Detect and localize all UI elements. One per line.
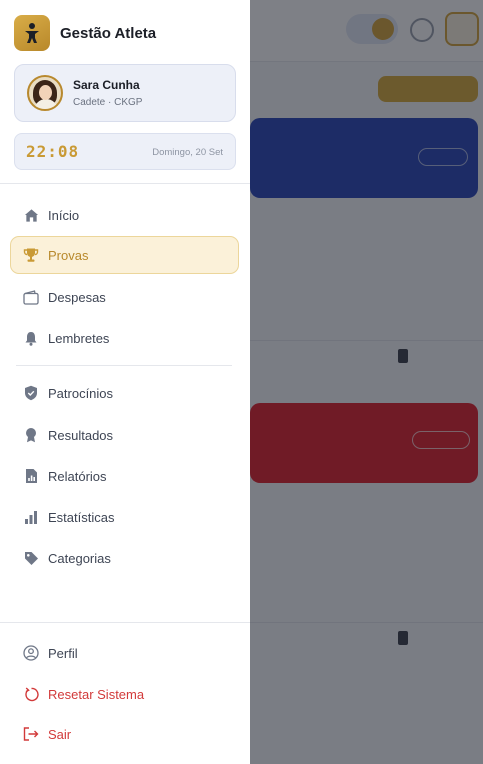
nav-label: Sair (48, 726, 72, 742)
avatar (27, 75, 63, 111)
clock-time: 22:08 (26, 142, 80, 161)
clock-card: 22:08 Domingo, 20 Set (14, 133, 236, 170)
nav-item-relatorios[interactable]: Relatórios (10, 457, 239, 495)
nav-item-resetar-sistema[interactable]: Resetar Sistema (10, 675, 239, 713)
divider (0, 183, 250, 184)
navigation-drawer: Gestão Atleta Sara Cunha Cadete · CKGP 2… (0, 0, 250, 764)
nav-label: Resultados (48, 427, 114, 443)
user-circle-icon (23, 645, 39, 661)
reset-icon (23, 686, 39, 702)
nav-item-categorias[interactable]: Categorias (10, 539, 239, 577)
nav-label: Relatórios (48, 468, 107, 484)
shield-icon (23, 385, 39, 401)
nav-label: Categorias (48, 550, 111, 566)
nav-item-estatisticas[interactable]: Estatísticas (10, 498, 239, 536)
nav-item-resultados[interactable]: Resultados (10, 416, 239, 454)
nav-item-provas[interactable]: Provas (10, 236, 239, 274)
report-icon (23, 468, 39, 484)
nav-item-lembretes[interactable]: Lembretes (10, 319, 239, 357)
nav-label: Lembretes (48, 330, 110, 346)
nav-item-sair[interactable]: Sair (10, 715, 239, 753)
nav-label: Início (48, 207, 80, 223)
nav-item-patrocinios[interactable]: Patrocínios (10, 374, 239, 412)
nav-item-inicio[interactable]: Início (10, 196, 239, 234)
nav-label: Resetar Sistema (48, 686, 145, 702)
bell-icon (23, 330, 39, 346)
home-icon (23, 207, 39, 223)
nav-item-despesas[interactable]: Despesas (10, 278, 239, 316)
nav-label: Despesas (48, 289, 106, 305)
nav-label: Patrocínios (48, 385, 114, 401)
profile-subtitle: Cadete · CKGP (73, 97, 143, 108)
athlete-logo-icon (14, 15, 50, 51)
tag-icon (23, 550, 39, 566)
nav-label: Perfil (48, 645, 78, 661)
app-brand: Gestão Atleta (14, 15, 156, 51)
profile-card[interactable]: Sara Cunha Cadete · CKGP (14, 64, 236, 122)
medal-icon (23, 427, 39, 443)
app-title: Gestão Atleta (60, 24, 157, 42)
bar-chart-icon (23, 509, 39, 525)
nav-label: Provas (48, 247, 89, 263)
divider (0, 622, 250, 623)
clock-date: Domingo, 20 Set (152, 147, 223, 158)
divider (16, 365, 232, 366)
trophy-icon (23, 247, 39, 263)
wallet-icon (23, 289, 39, 305)
profile-name: Sara Cunha (73, 78, 140, 92)
nav-item-perfil[interactable]: Perfil (10, 634, 239, 672)
nav-label: Estatísticas (48, 509, 115, 525)
logout-icon (23, 726, 39, 742)
